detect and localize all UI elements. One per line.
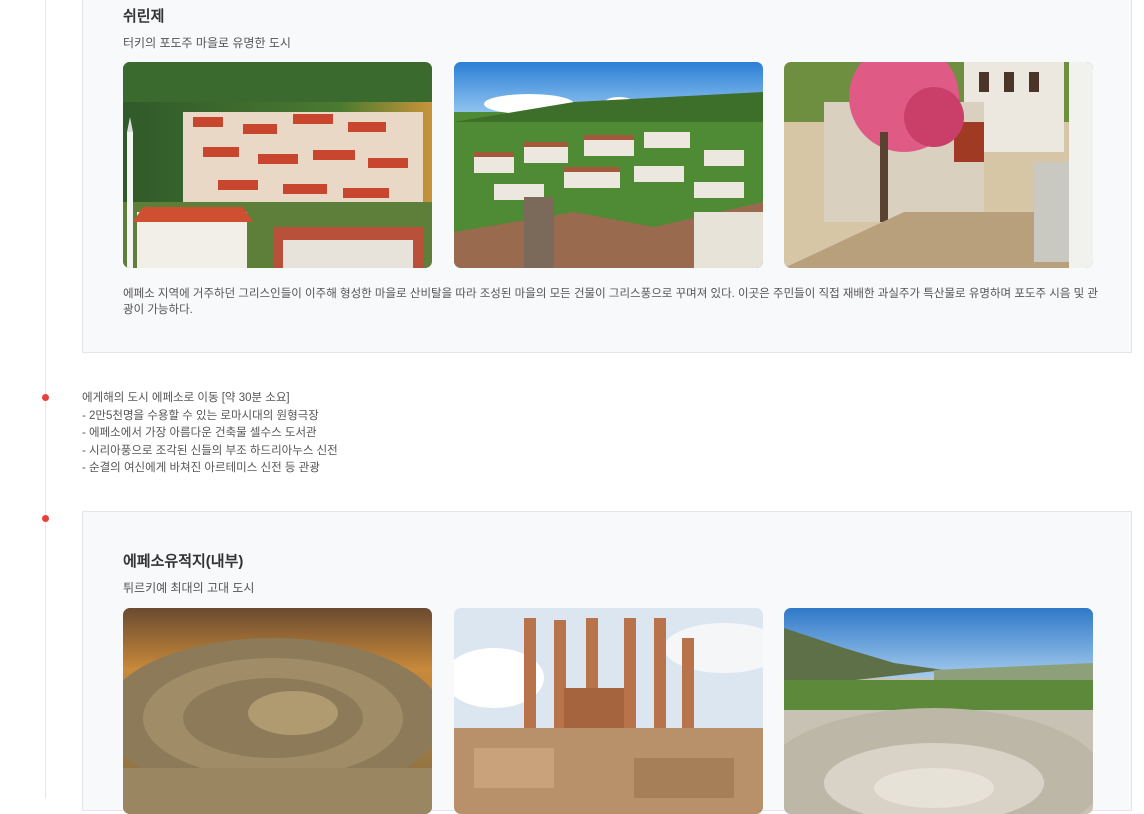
itinerary-item: - 시리아풍으로 조각된 신들의 부조 하드리아누스 신전	[82, 444, 338, 457]
itinerary-item: - 2만5천명을 수용할 수 있는 로마시대의 원형극장	[82, 409, 319, 422]
section-title: 에페소유적지(내부)	[123, 553, 244, 570]
ephesus-card: 에페소유적지(내부) 튀르키예 최대의 고대 도시	[82, 511, 1132, 814]
sirince-village-photo	[123, 62, 432, 268]
itinerary-item: - 에페소에서 가장 아름다운 건축물 셀수스 도서관	[82, 427, 317, 439]
sirince-hillside-photo	[454, 62, 763, 268]
sirince-card: 쉬린제 터키의 포도주 마을로 유명한 도시 에페소 지역에 거주하던 그리스인…	[82, 0, 1132, 353]
sirince-alley-photo	[784, 62, 1093, 268]
ephesus-columns-photo	[454, 608, 763, 814]
timeline-dot	[42, 394, 49, 401]
section-description: 에페소 지역에 거주하던 그리스인들이 이주해 형성한 마을로 산비탈을 따라 …	[123, 288, 1098, 316]
section-title: 쉬린제	[123, 8, 165, 25]
itinerary-heading: 에게해의 도시 에페소로 이동 [약 30분 소요]	[82, 392, 290, 404]
itinerary-text: 에게해의 도시 에페소로 이동 [약 30분 소요] - 2만5천명을 수용할 …	[82, 390, 338, 478]
section-subtitle: 터키의 포도주 마을로 유명한 도시	[123, 36, 291, 50]
itinerary-item: - 순결의 여신에게 바쳐진 아르테미스 신전 등 관광	[82, 462, 320, 474]
timeline-dot	[42, 515, 49, 522]
ephesus-valley-photo	[784, 608, 1093, 814]
ephesus-theatre-photo	[123, 608, 432, 814]
section-subtitle: 튀르키예 최대의 고대 도시	[123, 581, 255, 595]
